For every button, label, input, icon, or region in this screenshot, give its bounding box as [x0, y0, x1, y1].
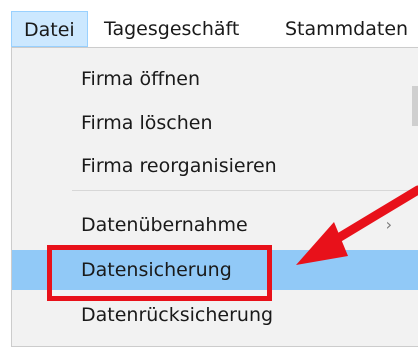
- menu-item-label: Datenübernahme: [81, 214, 248, 236]
- menu-datei[interactable]: Datei: [11, 11, 88, 47]
- menu-item-datensicherung[interactable]: Datensicherung: [12, 250, 418, 290]
- menu-item-label: Datensicherung: [81, 259, 232, 281]
- menu-item-label: Firma löschen: [81, 112, 213, 134]
- window-edge-scrollbar[interactable]: [412, 86, 418, 126]
- datei-dropdown-menu: Firma öffnen Firma löschen Firma reorgan…: [11, 47, 418, 347]
- chevron-right-icon: ›: [385, 215, 392, 234]
- menu-item-firma-oeffnen[interactable]: Firma öffnen: [12, 60, 418, 98]
- menu-item-label: Datenrücksicherung: [81, 304, 274, 326]
- menu-separator: [72, 190, 418, 191]
- menu-item-label: Firma reorganisieren: [81, 155, 277, 177]
- menu-stammdaten[interactable]: Stammdaten: [285, 11, 408, 47]
- menu-item-datenruecksicherung[interactable]: Datenrücksicherung: [12, 296, 418, 334]
- menu-item-datenuebernahme[interactable]: Datenübernahme ›: [12, 206, 418, 244]
- menu-tagesgeschaeft[interactable]: Tagesgeschäft: [104, 11, 239, 47]
- menu-item-label: Firma öffnen: [81, 68, 200, 90]
- menu-item-firma-reorganisieren[interactable]: Firma reorganisieren: [12, 147, 418, 185]
- menu-item-firma-loeschen[interactable]: Firma löschen: [12, 104, 418, 142]
